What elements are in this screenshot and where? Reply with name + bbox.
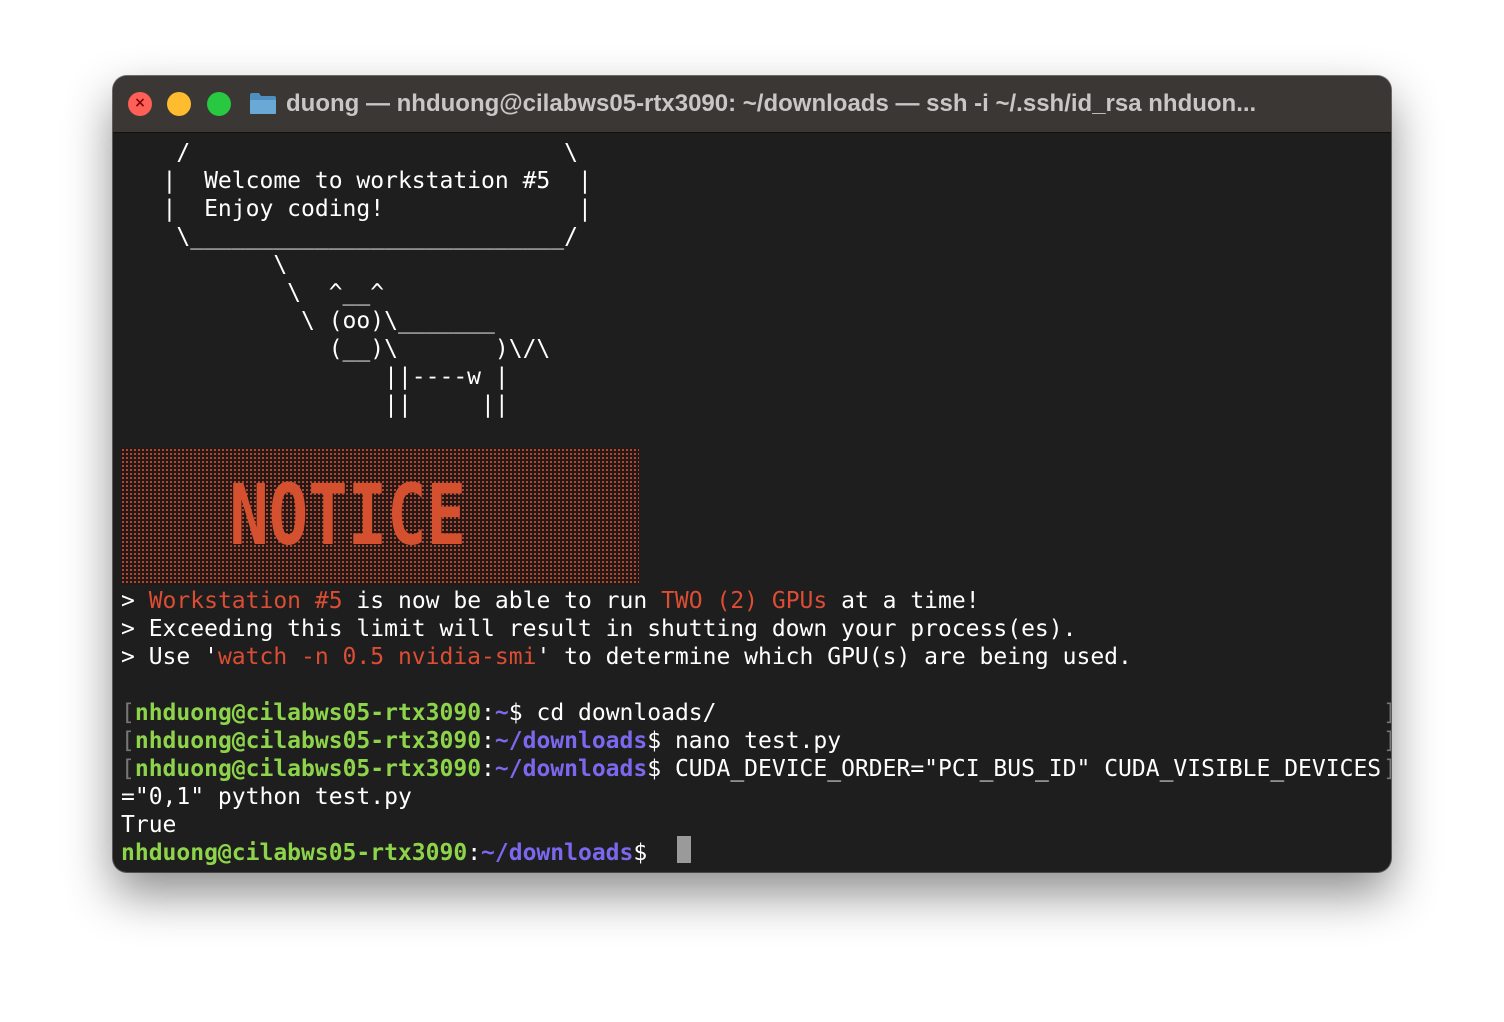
command-output: True: [121, 812, 177, 838]
command-line: [nhduong@cilabws05-rtx3090:~/downloads$ …: [121, 727, 841, 755]
minimize-button[interactable]: [167, 92, 191, 116]
command-continuation: ="0,1" python test.py: [121, 784, 412, 810]
prompt-separator: :: [481, 700, 495, 726]
prompt-user: nhduong@cilabws05-rtx3090: [134, 700, 482, 726]
mark-bracket: [: [121, 756, 135, 782]
notice-text: ' to determine which GPU(s) are being us…: [536, 644, 1132, 670]
command-text: CUDA_DEVICE_ORDER="PCI_BUS_ID" CUDA_VISI…: [674, 756, 1382, 782]
prompt-symbol: $: [647, 728, 675, 754]
prompt-path: ~: [494, 700, 509, 726]
zoom-button[interactable]: [207, 92, 231, 116]
prompt-user: nhduong@cilabws05-rtx3090: [134, 728, 482, 754]
prompt-separator: :: [467, 840, 482, 866]
notice-highlight: TWO (2) GPUs: [661, 588, 828, 614]
motd-line: ||----w |: [121, 364, 509, 390]
notice-line: > Workstation #5 is now be able to run T…: [121, 587, 980, 615]
motd-line: \ (oo)\_______: [121, 308, 495, 334]
notice-prefix: >: [121, 588, 149, 614]
notice-banner-text: NOTICE: [229, 466, 467, 564]
command-line: [nhduong@cilabws05-rtx3090:~$ cd downloa…: [121, 699, 716, 727]
notice-text: is now be able to run: [342, 588, 662, 614]
motd-line: || ||: [121, 392, 509, 418]
notice-highlight: watch -n 0.5 nvidia-smi: [217, 644, 537, 670]
motd-line: \: [121, 252, 288, 278]
notice-line: > Exceeding this limit will result in sh…: [121, 615, 1076, 643]
prompt-symbol: $: [647, 756, 675, 782]
mark-bracket: [: [121, 728, 135, 754]
prompt-user: nhduong@cilabws05-rtx3090: [134, 756, 482, 782]
motd-line: | Welcome to workstation #5 |: [121, 168, 592, 194]
title-bar[interactable]: × duong — nhduong@cilabws05-rtx3090: ~/d…: [113, 76, 1391, 133]
notice-line: > Use 'watch -n 0.5 nvidia-smi' to deter…: [121, 643, 1132, 671]
notice-banner: NOTICE: [121, 448, 639, 585]
notice-text: Exceeding this limit will result in shut…: [148, 616, 1077, 642]
motd-line: (__)\ )\/\: [121, 336, 551, 362]
motd-line: / \: [121, 140, 578, 166]
prompt-separator: :: [481, 728, 495, 754]
command-text: nano test.py: [674, 728, 842, 754]
command-line: [nhduong@cilabws05-rtx3090:~/downloads$ …: [121, 755, 1381, 783]
close-button[interactable]: ×: [128, 92, 152, 116]
mark-bracket: ]: [1383, 699, 1391, 727]
prompt-separator: :: [481, 756, 495, 782]
text-cursor: [677, 836, 691, 863]
command-text: cd downloads/: [536, 700, 717, 726]
notice-text: at a time!: [827, 588, 980, 614]
motd-line: \ ^__^: [121, 280, 385, 306]
prompt-symbol: $: [633, 840, 662, 866]
prompt-symbol: $: [508, 700, 537, 726]
current-prompt: nhduong@cilabws05-rtx3090:~/downloads$: [121, 839, 661, 867]
mark-bracket: ]: [1383, 755, 1391, 783]
mark-bracket: ]: [1383, 727, 1391, 755]
prompt-user: nhduong@cilabws05-rtx3090: [121, 840, 468, 866]
terminal-window: × duong — nhduong@cilabws05-rtx3090: ~/d…: [113, 76, 1391, 872]
prompt-path: ~/downloads: [494, 756, 648, 782]
prompt-path: ~/downloads: [494, 728, 648, 754]
folder-icon: [250, 93, 276, 114]
terminal-content[interactable]: / \ | Welcome to workstation #5 | | Enjo…: [121, 133, 1391, 872]
motd-line: \___________________________/: [121, 224, 578, 250]
mark-bracket: [: [121, 700, 135, 726]
notice-highlight: Workstation #5: [148, 588, 343, 614]
prompt-path: ~/downloads: [481, 840, 634, 866]
window-title: duong — nhduong@cilabws05-rtx3090: ~/dow…: [286, 90, 1257, 117]
close-icon: ×: [134, 95, 146, 111]
notice-prefix: > Use ': [121, 644, 218, 670]
notice-prefix: >: [121, 616, 149, 642]
motd-line: | Enjoy coding! |: [121, 196, 592, 222]
